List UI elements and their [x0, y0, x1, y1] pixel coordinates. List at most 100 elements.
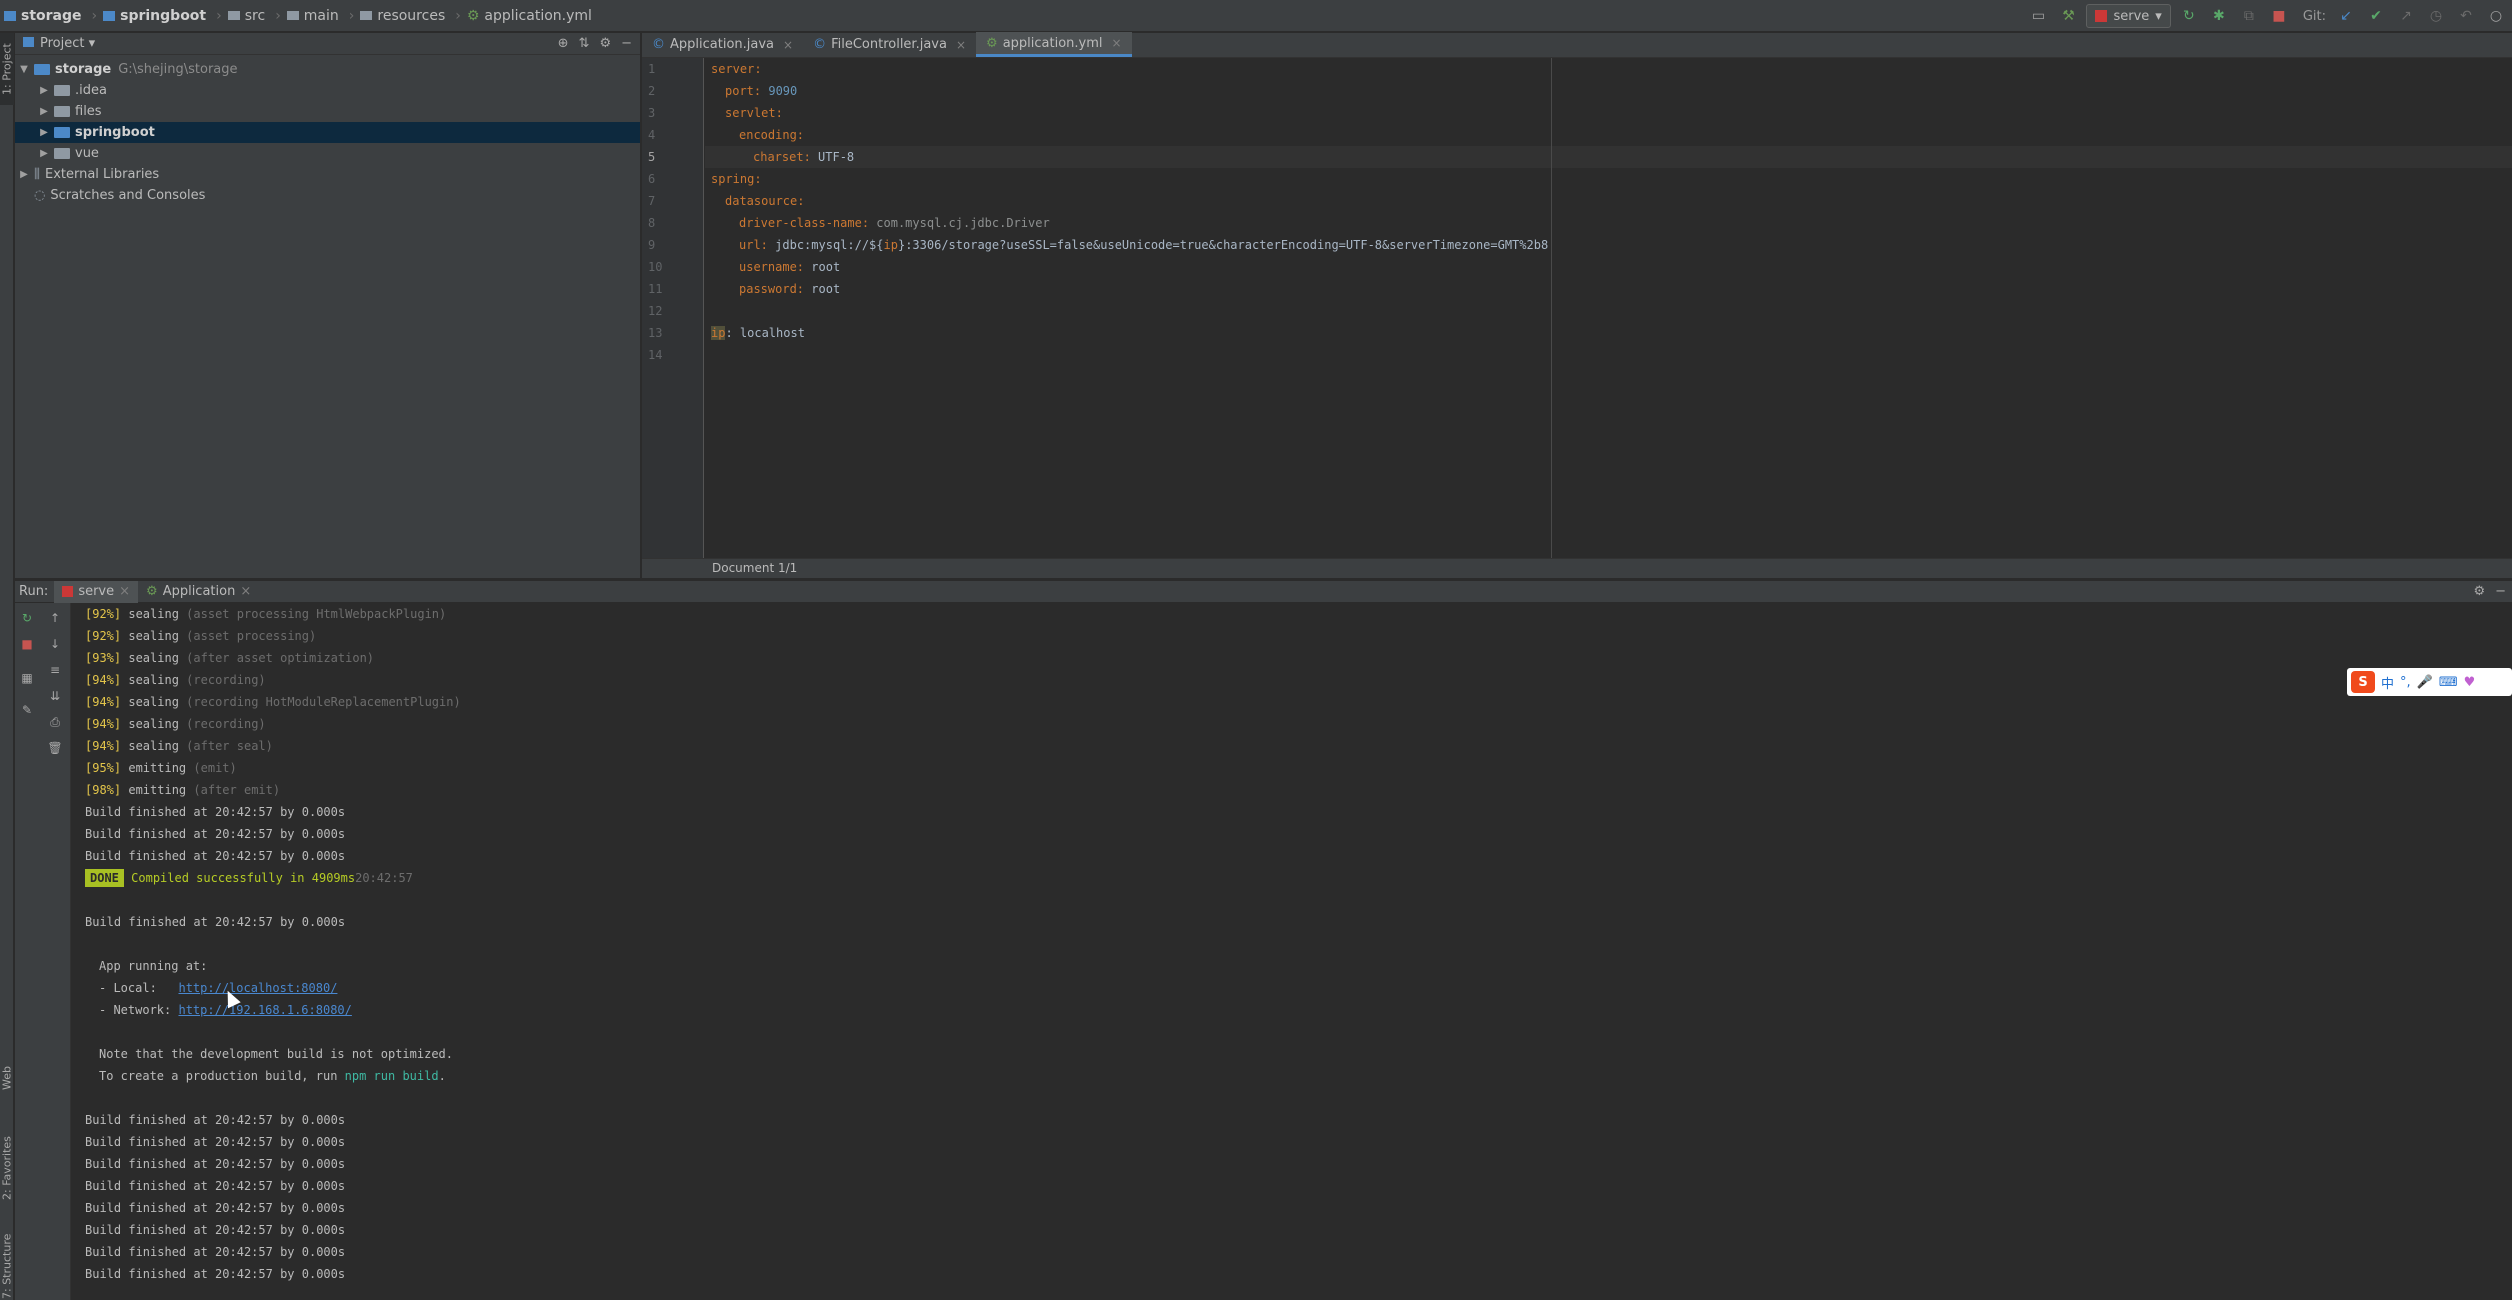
favorites-tool-tab[interactable]: 2: Favorites	[0, 1113, 14, 1223]
locate-icon[interactable]: ⊕	[558, 36, 569, 51]
git-rollback-icon[interactable]: ↶	[2454, 4, 2478, 28]
git-push-icon[interactable]: ↗	[2394, 4, 2418, 28]
console-line: [94%] sealing (recording)	[85, 673, 266, 687]
run-tab-serve[interactable]: serve ×	[54, 580, 139, 603]
ime-language-toggle[interactable]: 中	[2381, 673, 2394, 692]
run-tab-application[interactable]: ⚙ Application ×	[138, 581, 259, 603]
local-url-link[interactable]: http://localhost:8080/	[178, 981, 337, 995]
breadcrumb-springboot[interactable]: springboot	[99, 0, 214, 32]
console-line: Build finished at 20:42:57 by 0.000s	[85, 1267, 346, 1281]
stop-icon[interactable]: ■	[2267, 4, 2291, 28]
layout-icon[interactable]: ▦	[18, 669, 36, 687]
run-configuration-select[interactable]: serve ▾	[2086, 4, 2171, 28]
punctuation-icon[interactable]: °,	[2400, 675, 2411, 690]
chevron-down-icon: ▾	[88, 36, 96, 51]
chevron-right-icon[interactable]: ▶	[37, 106, 51, 117]
folder-icon	[54, 85, 70, 96]
breadcrumb-main[interactable]: main	[283, 0, 347, 32]
breadcrumb-resources[interactable]: resources	[356, 0, 453, 32]
scratches-icon: ◌	[34, 188, 46, 203]
git-update-icon[interactable]: ↙	[2334, 4, 2358, 28]
tree-item-springboot[interactable]: ▶ springboot	[15, 122, 640, 143]
layout-icon[interactable]: ▭	[2026, 4, 2050, 28]
code-editor[interactable]: server: port: 9090 servlet: encoding: ch…	[705, 58, 2512, 558]
console-line: Build finished at 20:42:57 by 0.000s	[85, 1157, 346, 1171]
project-panel: Project ▾ ⊕ ⇅ ⚙ − ▼ storage G:\shejing\s…	[15, 33, 641, 578]
code-line: port: 9090	[725, 84, 798, 98]
breadcrumb-separator: ›	[455, 7, 461, 24]
breadcrumb-storage[interactable]: storage	[0, 0, 90, 32]
folder-icon	[286, 11, 299, 20]
console-output[interactable]: [92%] sealing (asset processing HtmlWebp…	[72, 603, 2512, 1300]
trash-icon[interactable]: 🗑	[46, 739, 64, 757]
git-history-icon[interactable]: ◷	[2424, 4, 2448, 28]
line-number: 10	[648, 260, 663, 274]
keyboard-icon[interactable]: ⌨	[2439, 675, 2458, 690]
code-line: datasource:	[725, 194, 805, 208]
arrow-down-icon[interactable]: ↓	[46, 635, 64, 653]
arrow-up-icon[interactable]: ↑	[46, 609, 64, 627]
tree-item-vue[interactable]: ▶ vue	[15, 143, 640, 164]
yaml-file-icon: ⚙	[466, 7, 480, 24]
pin-icon[interactable]: ✎	[18, 701, 36, 719]
minimize-icon[interactable]: −	[621, 36, 632, 51]
structure-tool-tab[interactable]: 7: Structure	[0, 1233, 14, 1300]
coverage-icon[interactable]: ⧉	[2237, 4, 2261, 28]
rerun-icon[interactable]: ↻	[18, 609, 36, 627]
network-url-link[interactable]: http://192.168.1.6:8080/	[178, 1003, 351, 1017]
microphone-icon[interactable]: 🎤	[2417, 675, 2433, 690]
skin-icon[interactable]: ♥	[2464, 675, 2476, 690]
tree-item-files[interactable]: ▶ files	[15, 101, 640, 122]
code-line: driver-class-name: com.mysql.cj.jdbc.Dri…	[739, 216, 1050, 230]
tree-item-storage[interactable]: ▼ storage G:\shejing\storage	[15, 59, 640, 80]
minimize-icon[interactable]: −	[2495, 584, 2506, 599]
debug-icon[interactable]: ✱	[2207, 4, 2231, 28]
console-line: Build finished at 20:42:57 by 0.000s	[85, 1245, 346, 1259]
line-number: 4	[648, 128, 656, 142]
chevron-right-icon[interactable]: ▶	[37, 148, 51, 159]
chevron-right-icon[interactable]: ▶	[37, 85, 51, 96]
breadcrumb-src[interactable]: src	[224, 0, 273, 32]
chevron-down-icon[interactable]: ▼	[17, 64, 31, 75]
search-everywhere-icon[interactable]: ○	[2484, 4, 2508, 28]
tree-item-scratches[interactable]: ◌ Scratches and Consoles	[15, 185, 640, 206]
collapse-all-icon[interactable]: ⇅	[579, 36, 590, 51]
close-icon[interactable]: ×	[240, 584, 251, 599]
run-label: Run:	[19, 584, 49, 599]
rerun-icon[interactable]: ↻	[2177, 4, 2201, 28]
project-view-selector[interactable]: Project ▾	[23, 36, 95, 51]
gear-icon[interactable]: ⚙	[599, 36, 611, 51]
stop-icon[interactable]: ■	[18, 635, 36, 653]
folder-icon	[360, 11, 373, 20]
build-hammer-icon[interactable]: ⚒	[2056, 4, 2080, 28]
chevron-right-icon[interactable]: ▶	[17, 169, 31, 180]
close-icon[interactable]: ×	[1112, 36, 1122, 50]
scroll-to-end-icon[interactable]: ⇊	[46, 687, 64, 705]
project-tool-tab[interactable]: 1: Project	[0, 33, 14, 105]
close-icon[interactable]: ×	[783, 38, 793, 52]
soft-wrap-icon[interactable]: ≡	[46, 661, 64, 679]
git-commit-icon[interactable]: ✔	[2364, 4, 2388, 28]
tree-item-idea[interactable]: ▶ .idea	[15, 80, 640, 101]
editor-gutter[interactable]: 1 2 3 4 5 6 7 8 9 10 11 12 13 14	[642, 58, 704, 558]
web-tool-tab[interactable]: Web	[0, 1053, 14, 1103]
print-icon[interactable]: ⎙	[46, 713, 64, 731]
console-line: DONE Compiled successfully in 4909ms20:4…	[85, 867, 2512, 889]
chevron-right-icon[interactable]: ▶	[37, 127, 51, 138]
console-line: [94%] sealing (recording)	[85, 717, 266, 731]
run-toolbar: ↻ ■ ▦ ✎ ↑ ↓ ≡ ⇊ ⎙ 🗑	[15, 603, 71, 1300]
editor-breadcrumb-status: Document 1/1	[642, 558, 2512, 578]
console-line: - Local: http://localhost:8080/	[99, 981, 338, 995]
tab-application-yml[interactable]: ⚙ application.yml ×	[976, 32, 1132, 57]
tree-item-external-libraries[interactable]: ▶ ⫼ External Libraries	[15, 164, 640, 185]
close-icon[interactable]: ×	[119, 584, 130, 599]
line-number: 13	[648, 326, 663, 340]
close-icon[interactable]: ×	[956, 38, 966, 52]
breadcrumb-separator: ›	[216, 7, 222, 24]
breadcrumb-application-yml[interactable]: ⚙ application.yml	[463, 0, 600, 32]
spring-boot-icon: ⚙	[146, 584, 158, 599]
tab-application-java[interactable]: © Application.java ×	[642, 32, 803, 57]
gear-icon[interactable]: ⚙	[2473, 584, 2485, 599]
ime-toolbar[interactable]: S 中 °, 🎤 ⌨ ♥	[2347, 668, 2512, 696]
tab-filecontroller-java[interactable]: © FileController.java ×	[803, 32, 976, 57]
